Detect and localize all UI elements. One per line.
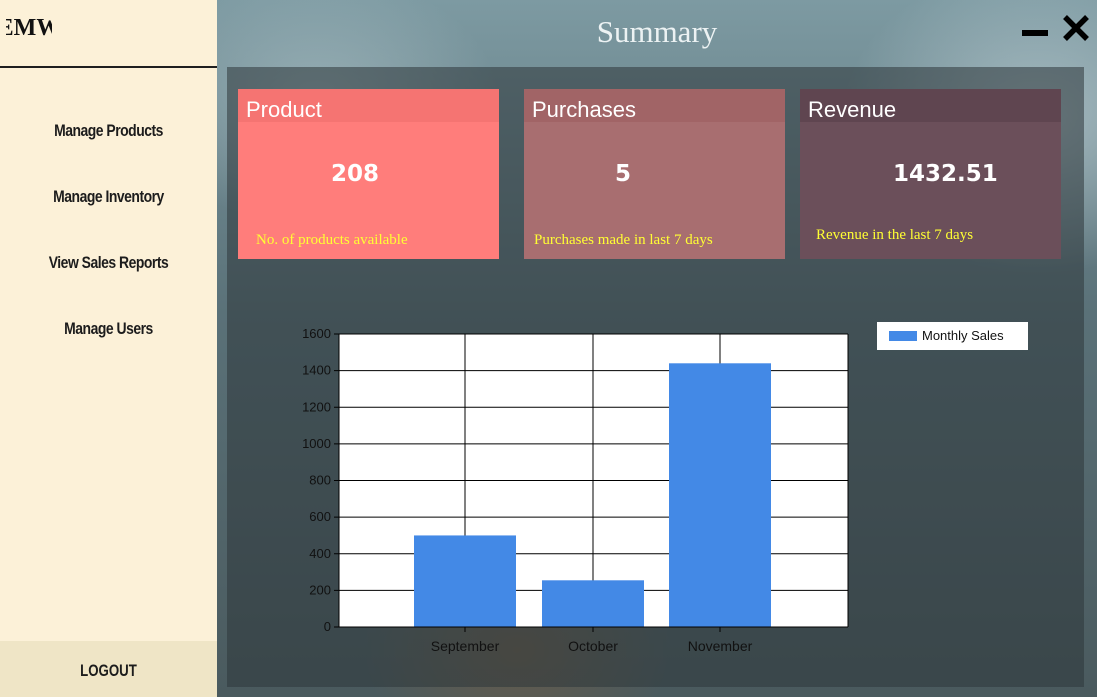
logo-text: EMW [6, 15, 52, 41]
page-title: Summary [596, 14, 718, 49]
legend-label: Monthly Sales [922, 328, 1004, 343]
chart-legend: Monthly Sales [877, 322, 1028, 350]
emw-logo: EMW [6, 15, 52, 41]
y-tick-label: 1200 [302, 399, 331, 414]
x-tick-label: September [431, 638, 500, 654]
sidebar: EMW Manage Products Manage Inventory Vie… [0, 0, 217, 697]
revenue-card-title: Revenue [800, 89, 1061, 122]
logout-button[interactable]: LOGOUT [24, 661, 193, 681]
bar-september [414, 535, 516, 627]
y-tick-label: 1400 [302, 363, 331, 378]
purchases-card-caption: Purchases made in last 7 days [534, 232, 713, 248]
y-tick-label: 1000 [302, 436, 331, 451]
purchases-card: Purchases 5 Purchases made in last 7 day… [524, 89, 785, 259]
product-card-caption: No. of products available [256, 232, 408, 248]
sidebar-divider [0, 66, 217, 68]
x-tick-label: November [688, 638, 753, 654]
monthly-sales-chart: 0 200 400 600 800 1000 1200 1400 1600 September Oc… [302, 326, 849, 654]
legend-swatch [889, 331, 917, 341]
nav-manage-users[interactable]: Manage Users [20, 319, 198, 339]
purchases-card-title: Purchases [524, 89, 785, 122]
y-tick-label: 600 [309, 509, 331, 524]
x-tick-label: October [568, 638, 618, 654]
y-tick-label: 1600 [302, 326, 331, 341]
revenue-value: 1432.51 [893, 161, 998, 187]
bar-october [542, 580, 644, 627]
close-icon[interactable] [1060, 12, 1092, 44]
nav-manage-inventory[interactable]: Manage Inventory [20, 187, 198, 207]
product-card-title: Product [238, 89, 499, 122]
revenue-card: Revenue 1432.51 Revenue in the last 7 da… [800, 89, 1061, 259]
revenue-card-caption: Revenue in the last 7 days [816, 227, 974, 243]
y-tick-label: 400 [309, 546, 331, 561]
nav-manage-products[interactable]: Manage Products [20, 121, 198, 141]
y-tick-label: 200 [309, 582, 331, 597]
minimize-icon[interactable] [1022, 30, 1048, 36]
product-card: Product 208 No. of products available [238, 89, 499, 259]
y-tick-label: 800 [309, 473, 331, 488]
y-tick-label: 0 [324, 619, 331, 634]
nav-view-sales-reports[interactable]: View Sales Reports [20, 253, 198, 273]
bar-november [669, 363, 771, 627]
